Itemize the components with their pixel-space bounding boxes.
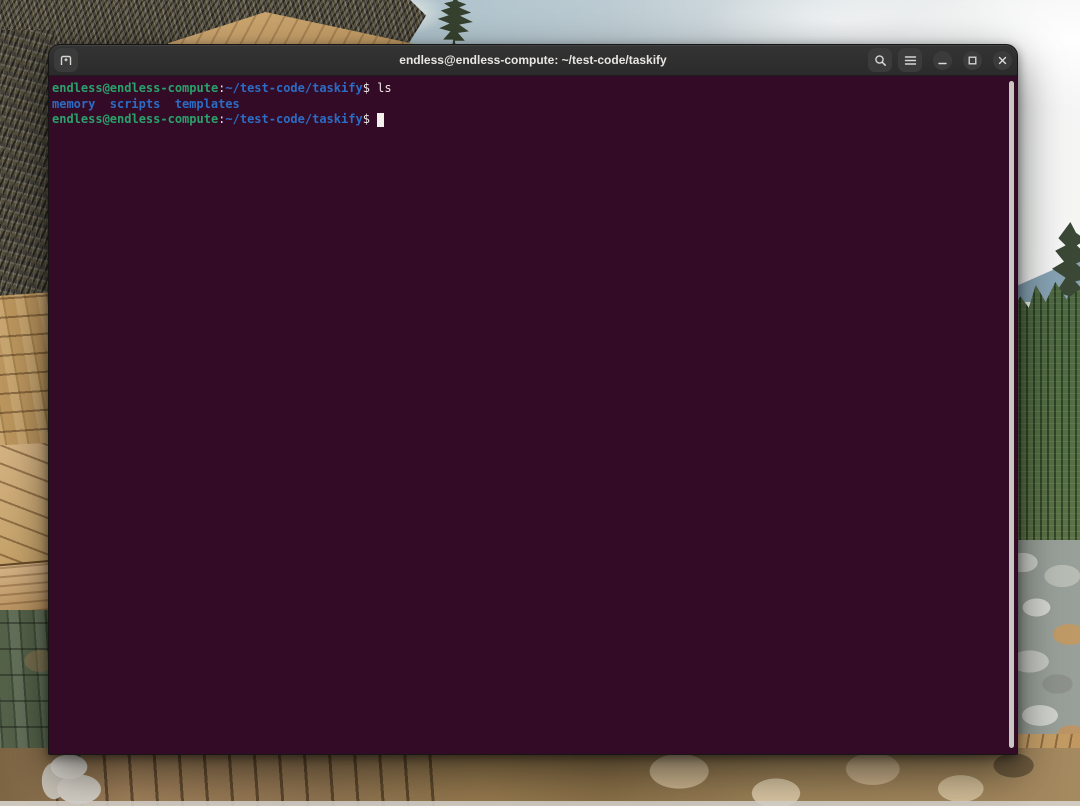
prompt-path: ~/test-code/taskify [225,81,362,97]
terminal-cursor [377,113,384,127]
terminal-screen[interactable]: endless@endless-compute : ~/test-code/ta… [49,76,1017,754]
minimize-button[interactable] [933,51,952,70]
dir-entry: memory [52,97,95,113]
minimize-icon [938,56,947,65]
dir-entry: scripts [110,97,161,113]
terminal-line-ls-output: memory scripts templates [52,97,1007,113]
wallpaper-pine-forest [1012,282,1080,568]
prompt-colon: : [218,112,225,128]
wallpaper-twig-wall [0,30,54,310]
terminal-scrollbar[interactable] [1009,81,1014,748]
close-icon [998,56,1007,65]
wallpaper-driftwood [24,750,124,806]
close-button[interactable] [993,51,1012,70]
titlebar[interactable]: endless@endless-compute: ~/test-code/tas… [49,45,1017,76]
hamburger-menu-icon [904,55,917,66]
wallpaper-ground-stones [600,748,1040,806]
terminal-window: endless@endless-compute: ~/test-code/tas… [48,44,1018,755]
terminal-line-prompt-ls: endless@endless-compute : ~/test-code/ta… [52,81,1007,97]
search-button[interactable] [868,48,892,72]
dir-entry: templates [175,97,240,113]
prompt-dollar: $ [363,112,370,128]
prompt-dollar: $ [363,81,370,97]
prompt-user-host: endless@endless-compute [52,81,218,97]
new-tab-button[interactable] [54,48,78,72]
wallpaper-rock-slope [1012,540,1080,765]
prompt-user-host: endless@endless-compute [52,112,218,128]
command-text: ls [377,81,391,97]
prompt-path: ~/test-code/taskify [225,112,362,128]
prompt-colon: : [218,81,225,97]
wallpaper-bottom-edge [0,801,1080,806]
tab-new-icon [59,53,73,67]
menu-button[interactable] [898,48,922,72]
terminal-line-prompt-current: endless@endless-compute : ~/test-code/ta… [52,112,1007,128]
maximize-icon [968,56,977,65]
search-icon [874,54,887,67]
maximize-button[interactable] [963,51,982,70]
